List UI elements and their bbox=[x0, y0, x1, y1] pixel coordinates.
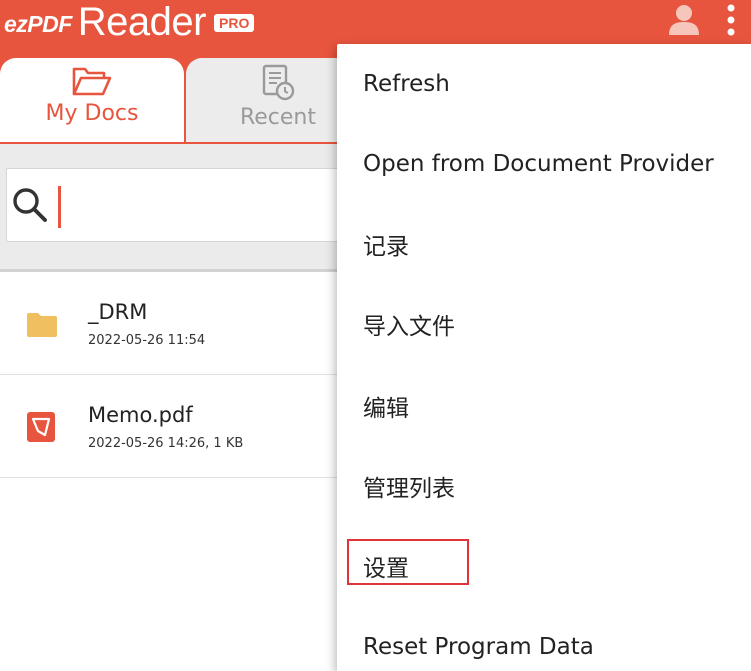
tab-recent-label: Recent bbox=[239, 105, 317, 130]
file-name: _DRM bbox=[88, 300, 148, 324]
search-icon bbox=[13, 188, 47, 222]
app-bar: ezPDF Reader PRO bbox=[0, 0, 751, 48]
more-vert-icon bbox=[727, 4, 735, 36]
logo-reader-text: Reader bbox=[77, 0, 207, 44]
logo-pro-badge: PRO bbox=[214, 14, 255, 32]
file-meta: 2022-05-26 11:54 bbox=[88, 333, 206, 348]
tab-my-docs-label: My Docs bbox=[45, 101, 139, 126]
logo-ez-text: ezPDF bbox=[4, 11, 72, 37]
more-options-button[interactable] bbox=[716, 2, 746, 40]
overflow-menu: Refresh Open from Document Provider 记录 导… bbox=[337, 44, 751, 671]
person-icon bbox=[669, 5, 699, 35]
app-root: ezPDF Reader PRO My Docs Recent _DRM 202… bbox=[0, 0, 751, 671]
account-button[interactable] bbox=[666, 2, 702, 40]
pdf-file-icon bbox=[27, 412, 55, 442]
tab-my-docs[interactable]: My Docs bbox=[0, 58, 184, 142]
app-logo: ezPDF Reader PRO bbox=[4, 0, 255, 44]
menu-item-reset-program-data[interactable]: Reset Program Data bbox=[337, 607, 751, 671]
text-caret bbox=[58, 186, 61, 228]
menu-item-settings[interactable]: 设置 bbox=[337, 526, 751, 606]
recent-document-icon bbox=[262, 64, 295, 101]
menu-item-open-from-document-provider[interactable]: Open from Document Provider bbox=[337, 124, 751, 204]
file-meta: 2022-05-26 14:26, 1 KB bbox=[88, 436, 244, 451]
folder-icon bbox=[27, 313, 57, 337]
folder-open-icon bbox=[72, 67, 112, 96]
menu-item-manage-list[interactable]: 管理列表 bbox=[337, 446, 751, 526]
menu-item-history[interactable]: 记录 bbox=[337, 204, 751, 284]
file-name: Memo.pdf bbox=[88, 403, 193, 427]
menu-item-refresh[interactable]: Refresh bbox=[337, 44, 751, 124]
menu-item-import-files[interactable]: 导入文件 bbox=[337, 284, 751, 364]
menu-item-edit[interactable]: 编辑 bbox=[337, 366, 751, 446]
